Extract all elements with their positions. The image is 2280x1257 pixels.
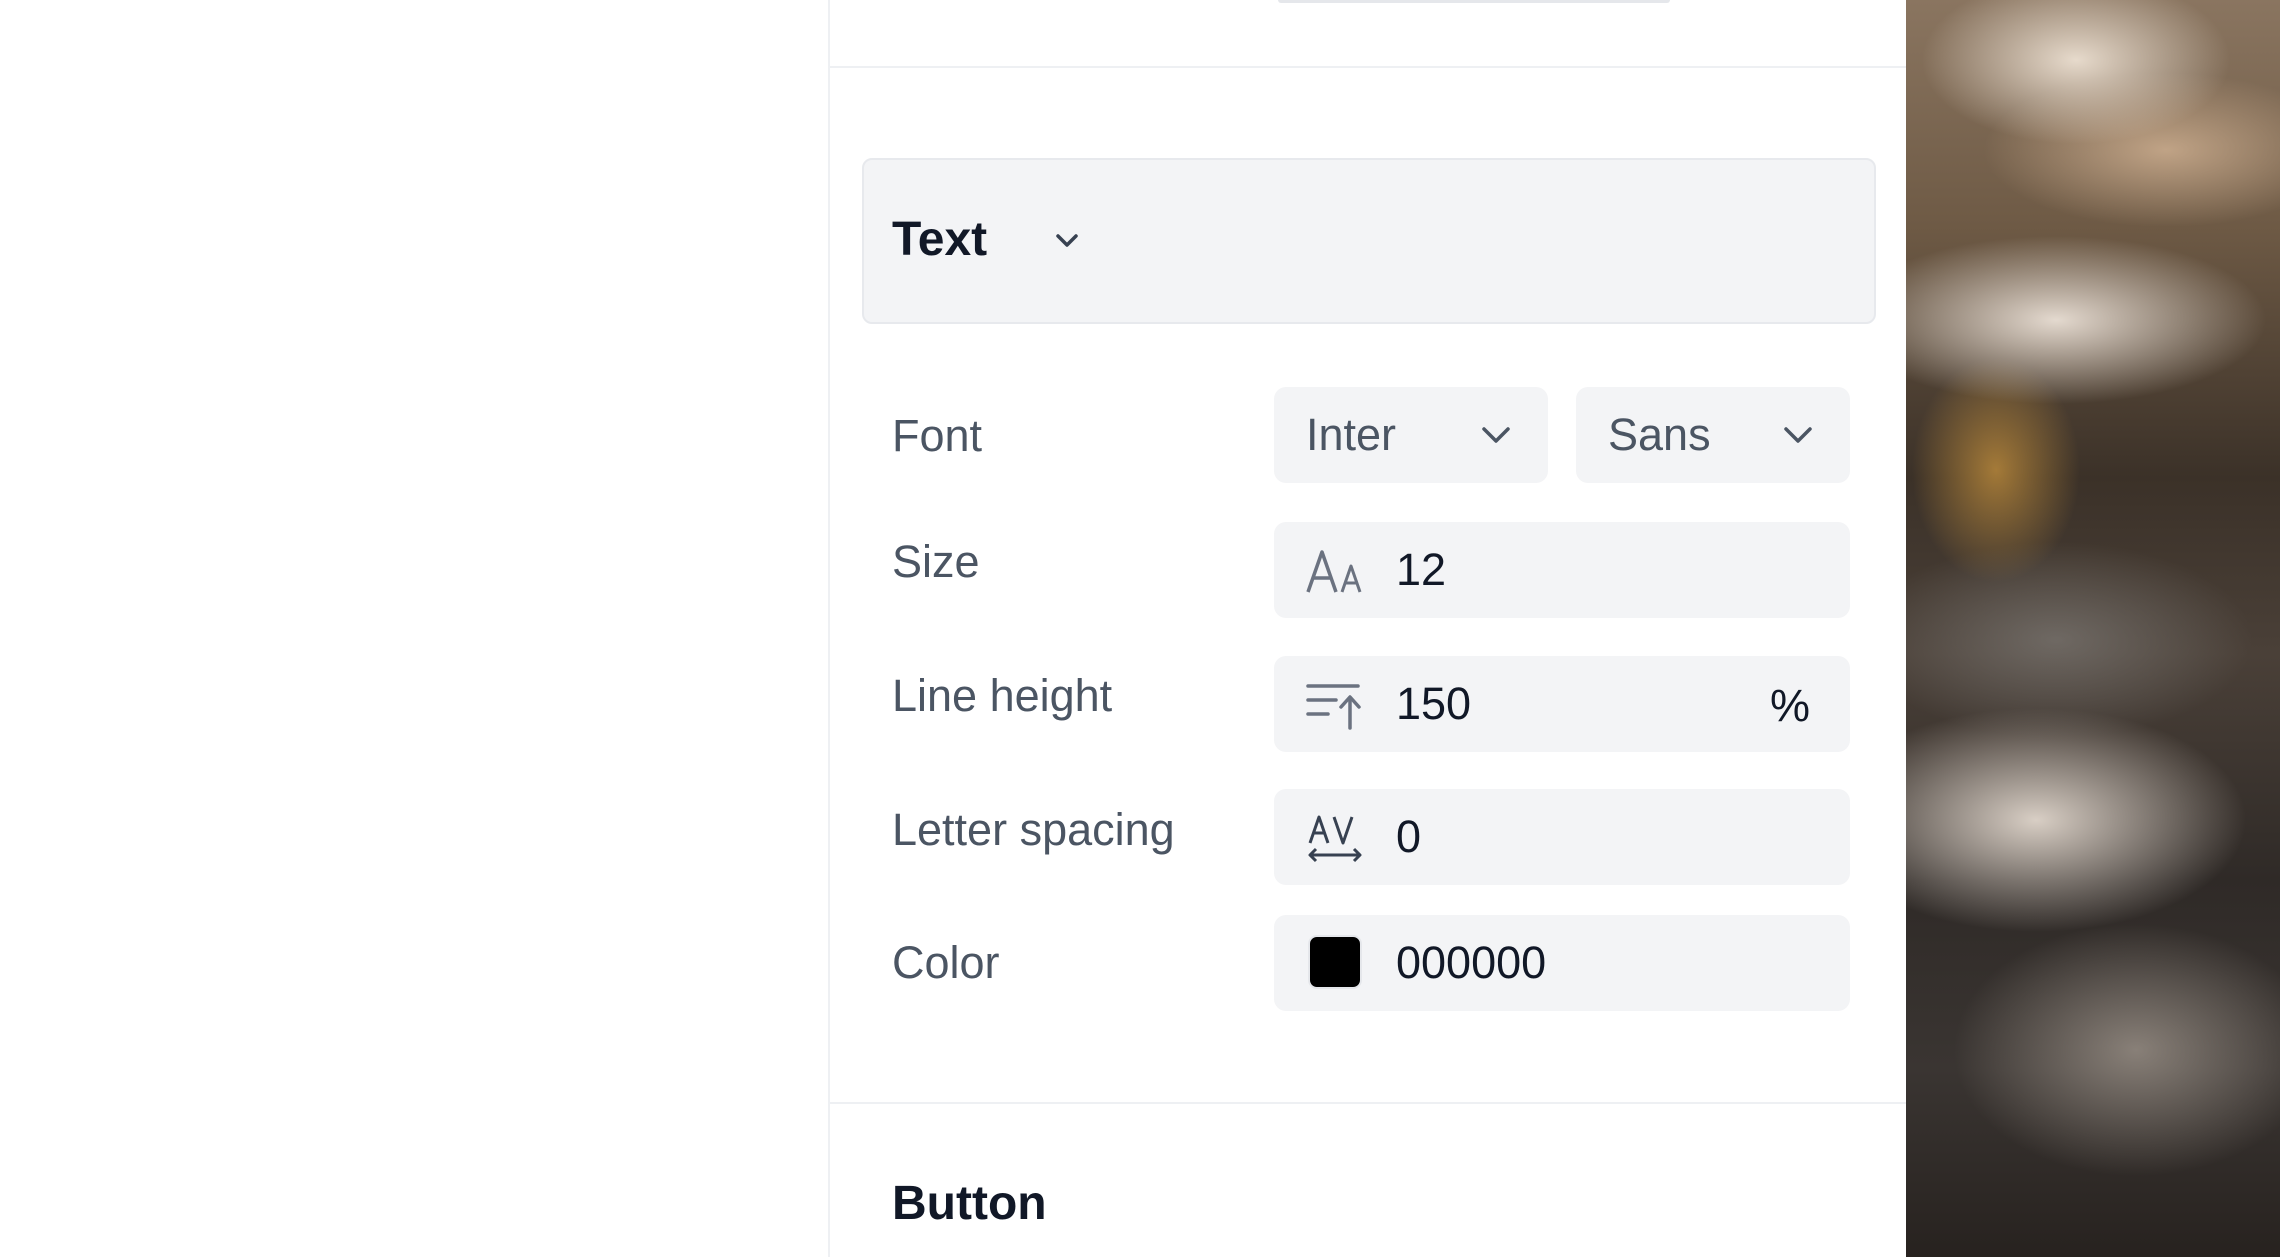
font-label: Font (892, 410, 983, 461)
chevron-down-icon[interactable] (1052, 230, 1082, 252)
size-value: 12 (1396, 544, 1447, 595)
letter-spacing-value: 0 (1396, 811, 1422, 862)
font-family-select[interactable]: Inter (1274, 387, 1548, 483)
letter-spacing-input[interactable]: 0 (1274, 789, 1850, 885)
font-size-icon (1306, 550, 1362, 593)
line-height-icon (1306, 684, 1361, 730)
font-family-value: Inter (1306, 409, 1397, 460)
color-input[interactable]: 000000 (1274, 915, 1850, 1011)
line-height-input[interactable]: 150 % (1274, 656, 1850, 752)
font-category-select[interactable]: Sans (1576, 387, 1850, 483)
size-input[interactable]: 12 (1274, 522, 1850, 618)
chevron-down-icon (1784, 427, 1812, 443)
properties-panel: Text Font Inter Sans Size 12 Line height (828, 0, 1908, 1257)
canvas-blank-area (0, 0, 828, 1257)
section-divider (830, 66, 1908, 68)
letter-spacing-label: Letter spacing (892, 804, 1175, 855)
font-category-value: Sans (1608, 409, 1711, 460)
color-value: 000000 (1396, 937, 1547, 988)
chevron-down-icon (1482, 427, 1510, 443)
text-section-header[interactable] (862, 158, 1876, 324)
size-label: Size (892, 536, 980, 587)
previous-field-edge (1278, 0, 1670, 3)
preview-photo (1906, 0, 2280, 1257)
text-section-title: Text (892, 213, 988, 266)
line-height-label: Line height (892, 670, 1113, 721)
section-divider (830, 1102, 1908, 1104)
line-height-value: 150 (1396, 678, 1472, 729)
letter-spacing-icon (1308, 815, 1362, 863)
line-height-unit: % (1769, 680, 1810, 731)
color-swatch[interactable] (1308, 935, 1362, 989)
button-section-title: Button (892, 1177, 1047, 1230)
color-label: Color (892, 937, 1000, 988)
